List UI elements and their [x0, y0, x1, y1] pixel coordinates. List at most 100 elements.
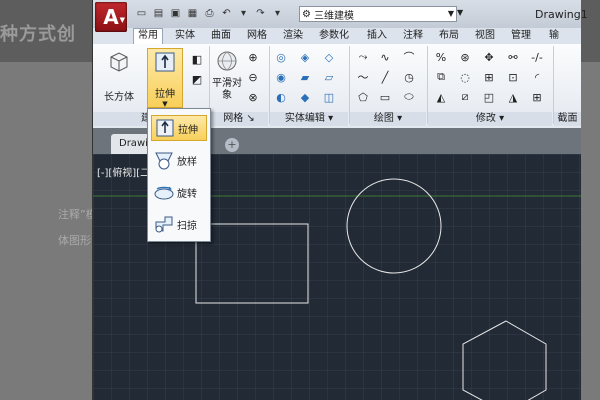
extrude-icon — [152, 115, 178, 141]
qat-customize-icon[interactable]: ▼ — [457, 8, 463, 17]
smooth-object-label: 平滑对象 — [212, 78, 242, 101]
save-icon[interactable]: ▣ — [169, 7, 182, 20]
arc-icon[interactable]: ⌒ — [401, 50, 417, 64]
flyout-item-extrude[interactable]: 拉伸 — [151, 115, 207, 141]
panel-title-solid-edit[interactable]: 实体编辑 ▾ — [270, 112, 348, 126]
document-title: Drawing1 — [535, 8, 588, 21]
solid-tool-icon[interactable]: ◩ — [189, 72, 205, 86]
slice-icon[interactable]: ▰ — [297, 70, 313, 84]
trim-icon[interactable]: -/- — [529, 50, 545, 64]
loft-icon — [151, 147, 177, 173]
tab-parametric[interactable]: 参数化 — [315, 29, 353, 43]
background-heading: 种方式创 — [0, 24, 76, 45]
autocad-window: A ▼ ▭ ▤ ▣ ▦ ⎙ ↶ ▾ ↷ ▾ ⚙ 三维建模 ▼ ▼ Drawing… — [92, 0, 588, 400]
tab-home[interactable]: 常用 — [133, 28, 163, 45]
flyout-item-sweep[interactable]: 扫掠 — [151, 211, 207, 237]
box-button[interactable]: 长方体 — [99, 48, 139, 104]
redo-icon[interactable]: ↷ — [254, 7, 267, 20]
tab-surface[interactable]: 曲面 — [207, 29, 235, 43]
line-icon[interactable]: ╱ — [377, 70, 393, 84]
mesh-crease-icon[interactable]: ⊗ — [245, 90, 261, 104]
tab-output[interactable]: 输 — [545, 29, 563, 43]
gear-icon: ⚙ — [302, 8, 311, 20]
extrude-flyout-menu: 拉伸 放样 旋转 扫掠 — [147, 108, 211, 242]
subtract-icon[interactable]: ◉ — [273, 70, 289, 84]
rectangular-array-icon[interactable]: ⊞ — [529, 90, 545, 104]
scale-icon[interactable]: ⊞ — [481, 70, 497, 84]
copy-icon[interactable]: % — [433, 50, 449, 64]
redo-dropdown-icon[interactable]: ▾ — [271, 7, 284, 20]
flyout-item-revolve[interactable]: 旋转 — [151, 179, 207, 205]
mesh-refine-icon[interactable]: ⊖ — [245, 70, 261, 84]
circle-icon[interactable]: ◷ — [401, 70, 417, 84]
stretch-icon[interactable]: ⊡ — [505, 70, 521, 84]
flyout-label: 扫掠 — [177, 220, 197, 232]
intersect-icon[interactable]: ◐ — [273, 90, 289, 104]
extrude-label: 拉伸 — [155, 89, 175, 100]
array-icon[interactable]: ◭ — [433, 90, 449, 104]
undo-dropdown-icon[interactable]: ▾ — [237, 7, 250, 20]
workspace-select[interactable]: ⚙ 三维建模 ▼ — [299, 6, 457, 22]
extrude-button[interactable]: 拉伸 ▼ — [147, 48, 183, 108]
flyout-label: 放样 — [177, 156, 197, 168]
tab-view[interactable]: 视图 — [471, 29, 499, 43]
polygon-icon[interactable]: ⬠ — [355, 90, 371, 104]
offset-icon[interactable]: ◰ — [481, 90, 497, 104]
flyout-label: 拉伸 — [178, 124, 198, 136]
explode-icon[interactable]: ⧄ — [457, 90, 473, 104]
rectangle-icon[interactable]: ▭ — [377, 90, 393, 104]
flyout-label: 旋转 — [177, 188, 197, 200]
sweep-icon — [151, 211, 177, 237]
extrude-icon — [152, 49, 178, 75]
extrude-face-icon[interactable]: ▱ — [321, 70, 337, 84]
tab-layout[interactable]: 布局 — [435, 29, 463, 43]
mesh-add-icon[interactable]: ⊕ — [245, 50, 261, 64]
align-icon[interactable]: ⚯ — [505, 50, 521, 64]
autocad-logo-icon: A — [103, 5, 119, 29]
save-as-icon[interactable]: ▦ — [186, 7, 199, 20]
tab-manage[interactable]: 管理 — [507, 29, 535, 43]
application-menu-button[interactable]: A ▼ — [95, 2, 127, 32]
box-label: 长方体 — [104, 92, 134, 103]
separate-icon[interactable]: ◈ — [297, 50, 313, 64]
3d-rotate-icon[interactable]: ⊛ — [457, 50, 473, 64]
tab-render[interactable]: 渲染 — [279, 29, 307, 43]
curve-icon[interactable]: 〜 — [355, 70, 371, 84]
tab-solid[interactable]: 实体 — [171, 29, 199, 43]
move-icon[interactable]: ✥ — [481, 50, 497, 64]
panel-title-draw[interactable]: 绘图 ▾ — [350, 112, 426, 126]
ribbon-tabs: 常用 实体 曲面 网格 渲染 参数化 插入 注释 布局 视图 管理 输 — [93, 28, 581, 45]
tab-mesh[interactable]: 网格 — [243, 29, 271, 43]
thicken-icon[interactable]: ◆ — [297, 90, 313, 104]
rotate-icon[interactable]: ◌ — [457, 70, 473, 84]
chevron-down-icon: ▼ — [119, 16, 125, 24]
title-bar: A ▼ ▭ ▤ ▣ ▦ ⎙ ↶ ▾ ↷ ▾ ⚙ 三维建模 ▼ ▼ Drawing… — [93, 0, 588, 32]
panel-title-modify[interactable]: 修改 ▾ — [428, 112, 552, 126]
quick-access-toolbar: ▭ ▤ ▣ ▦ ⎙ ↶ ▾ ↷ ▾ — [135, 7, 284, 20]
flyout-item-loft[interactable]: 放样 — [151, 147, 207, 173]
polyline-icon[interactable]: ⤳ — [355, 50, 371, 64]
chamfer-icon[interactable]: ◮ — [505, 90, 521, 104]
open-folder-icon[interactable]: ▤ — [152, 7, 165, 20]
mirror-icon[interactable]: ⧉ — [433, 70, 449, 84]
ellipse-icon[interactable]: ⬭ — [401, 90, 417, 104]
union-icon[interactable]: ◎ — [273, 50, 289, 64]
tab-annotate[interactable]: 注释 — [399, 29, 427, 43]
presspull-icon[interactable]: ◧ — [189, 52, 205, 66]
panel-title-section[interactable]: 截面 — [554, 112, 581, 126]
extract-edges-icon[interactable]: ◇ — [321, 50, 337, 64]
fillet-icon[interactable]: ◜ — [529, 70, 545, 84]
new-tab-icon[interactable]: + — [225, 138, 239, 152]
revolve-icon — [151, 179, 177, 205]
smooth-sphere-icon — [214, 48, 240, 74]
new-file-icon[interactable]: ▭ — [135, 7, 148, 20]
chevron-down-icon: ▼ — [162, 100, 168, 108]
panel-title-mesh[interactable]: 网格 ↘ — [210, 112, 268, 126]
shell-icon[interactable]: ◫ — [321, 90, 337, 104]
smooth-object-button[interactable]: 平滑对象 — [211, 48, 243, 108]
tab-insert[interactable]: 插入 — [363, 29, 391, 43]
spline-icon[interactable]: ∿ — [377, 50, 393, 64]
undo-icon[interactable]: ↶ — [220, 7, 233, 20]
workspace-value: 三维建模 — [313, 10, 354, 22]
print-icon[interactable]: ⎙ — [203, 7, 216, 20]
